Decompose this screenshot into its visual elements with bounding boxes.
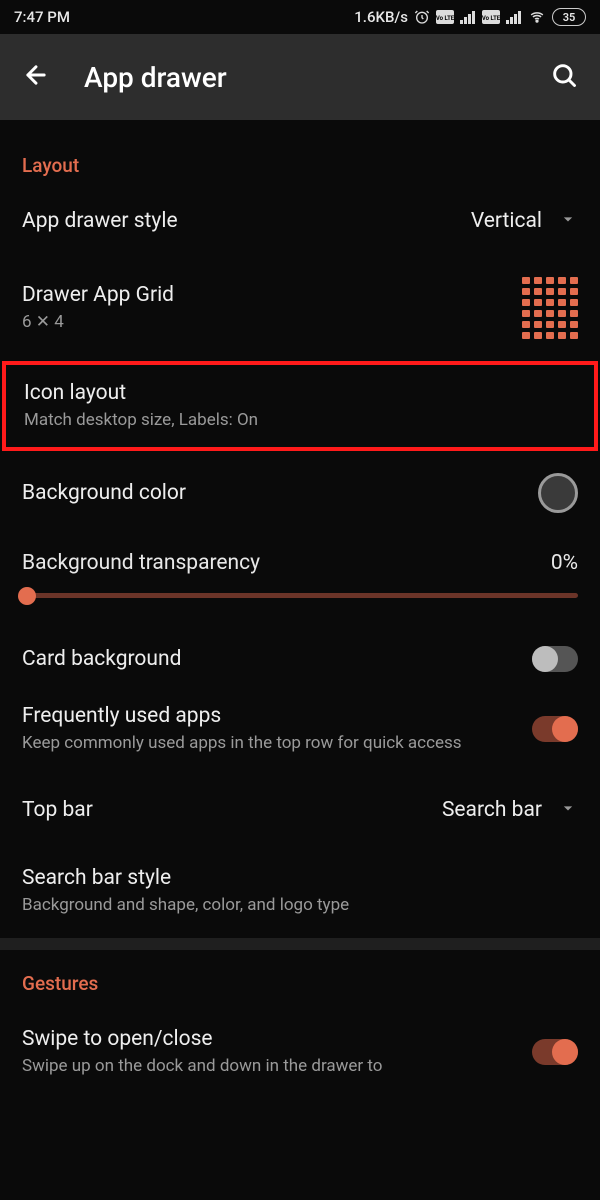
swipe-open-close-row[interactable]: Swipe to open/close Swipe up on the dock… (0, 1005, 600, 1077)
alarm-icon (414, 9, 430, 25)
app-drawer-style-title: App drawer style (22, 209, 455, 233)
signal-icon-1 (460, 10, 476, 24)
grid-icon (522, 277, 578, 339)
top-bar-row[interactable]: Top bar Search bar (0, 776, 600, 844)
back-button[interactable] (22, 61, 50, 93)
swipe-sub: Swipe up on the dock and down in the dra… (22, 1055, 516, 1077)
signal-icon-2 (506, 10, 522, 24)
battery-icon: 35 (552, 8, 586, 26)
background-color-row[interactable]: Background color (0, 451, 600, 535)
section-divider (0, 938, 600, 950)
swipe-toggle[interactable] (532, 1039, 578, 1065)
app-drawer-style-value: Vertical (471, 209, 542, 233)
icon-layout-sub: Match desktop size, Labels: On (24, 409, 576, 431)
frequently-used-toggle[interactable] (532, 716, 578, 742)
drawer-grid-row[interactable]: Drawer App Grid 6 ✕ 4 (0, 255, 600, 361)
background-transparency-row[interactable]: Background transparency 0% (0, 535, 600, 624)
frequently-used-row[interactable]: Frequently used apps Keep commonly used … (0, 694, 600, 776)
app-drawer-style-row[interactable]: App drawer style Vertical (0, 187, 600, 255)
svg-text:Vo LTE: Vo LTE (482, 15, 500, 22)
status-bar: 7:47 PM 1.6KB/s Vo LTE Vo LTE 35 (0, 0, 600, 34)
top-bar-value: Search bar (442, 798, 542, 822)
section-gestures-label: Gestures (0, 950, 600, 1005)
slider-thumb-icon[interactable] (18, 587, 36, 605)
chevron-down-icon (558, 798, 578, 822)
icon-layout-highlight: Icon layout Match desktop size, Labels: … (2, 361, 598, 451)
color-swatch-icon (538, 473, 578, 513)
svg-text:Vo LTE: Vo LTE (436, 15, 454, 22)
frequently-used-sub: Keep commonly used apps in the top row f… (22, 732, 516, 754)
background-transparency-value: 0% (551, 551, 578, 575)
section-layout-label: Layout (0, 120, 600, 187)
app-bar: App drawer (0, 34, 600, 120)
card-background-row[interactable]: Card background (0, 624, 600, 694)
search-bar-style-title: Search bar style (22, 866, 578, 890)
volte-icon-2: Vo LTE (482, 10, 500, 24)
swipe-title: Swipe to open/close (22, 1027, 516, 1051)
icon-layout-title: Icon layout (24, 381, 576, 405)
card-background-title: Card background (22, 647, 516, 671)
status-icons: 1.6KB/s Vo LTE Vo LTE 35 (354, 8, 586, 26)
frequently-used-title: Frequently used apps (22, 704, 516, 728)
background-color-title: Background color (22, 481, 522, 505)
search-bar-style-row[interactable]: Search bar style Background and shape, c… (0, 844, 600, 938)
search-button[interactable] (550, 61, 578, 93)
status-time: 7:47 PM (14, 8, 354, 26)
volte-icon-1: Vo LTE (436, 10, 454, 24)
wifi-icon (528, 10, 546, 24)
background-transparency-title: Background transparency (22, 551, 260, 575)
drawer-grid-sub: 6 ✕ 4 (22, 311, 506, 333)
top-bar-title: Top bar (22, 798, 426, 822)
search-bar-style-sub: Background and shape, color, and logo ty… (22, 894, 578, 916)
drawer-grid-title: Drawer App Grid (22, 283, 506, 307)
transparency-slider[interactable] (22, 593, 578, 598)
card-background-toggle[interactable] (532, 646, 578, 672)
page-title: App drawer (84, 61, 227, 94)
chevron-down-icon (558, 209, 578, 233)
icon-layout-row[interactable]: Icon layout Match desktop size, Labels: … (6, 365, 594, 447)
status-data-rate: 1.6KB/s (354, 8, 408, 26)
